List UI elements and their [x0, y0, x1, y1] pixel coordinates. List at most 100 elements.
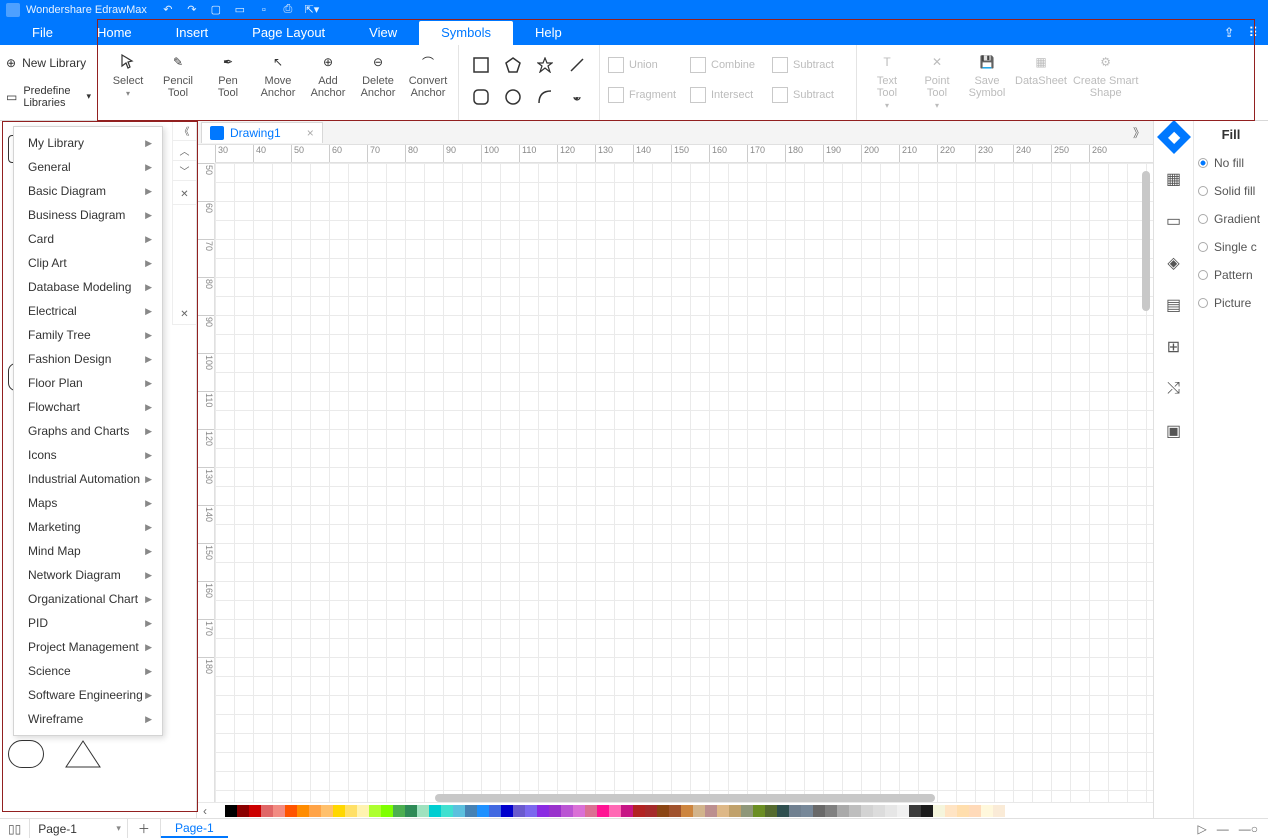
- tab-file[interactable]: File: [10, 21, 75, 45]
- color-swatch[interactable]: [705, 805, 717, 817]
- color-swatch[interactable]: [513, 805, 525, 817]
- fill-single[interactable]: Single c: [1198, 240, 1264, 254]
- library-menu-item[interactable]: Business Diagram▶: [14, 203, 162, 227]
- color-swatch[interactable]: [609, 805, 621, 817]
- color-swatch[interactable]: [549, 805, 561, 817]
- canvas[interactable]: [215, 163, 1153, 802]
- move-anchor-tool[interactable]: ↖Move Anchor: [256, 51, 300, 99]
- new-icon[interactable]: ▢: [209, 3, 223, 17]
- color-swatch[interactable]: [657, 805, 669, 817]
- color-swatch[interactable]: [393, 805, 405, 817]
- layers-tool-icon[interactable]: ◈: [1162, 251, 1186, 275]
- play-icon[interactable]: ▷: [1198, 822, 1207, 836]
- color-swatch[interactable]: [849, 805, 861, 817]
- color-left-icon[interactable]: ‹: [203, 804, 207, 818]
- color-swatch[interactable]: [561, 805, 573, 817]
- fill-pattern[interactable]: Pattern: [1198, 268, 1264, 282]
- drawing-tab[interactable]: Drawing1 ×: [201, 122, 323, 143]
- library-menu-item[interactable]: Electrical▶: [14, 299, 162, 323]
- grid-tool-icon[interactable]: ▦: [1162, 167, 1186, 191]
- color-swatch[interactable]: [837, 805, 849, 817]
- tab-home[interactable]: Home: [75, 21, 154, 45]
- color-swatch[interactable]: [681, 805, 693, 817]
- library-menu-item[interactable]: Icons▶: [14, 443, 162, 467]
- shape-circle[interactable]: [499, 83, 527, 111]
- color-swatch[interactable]: [213, 805, 225, 817]
- new-library-button[interactable]: ⊕ New Library: [6, 54, 91, 72]
- vertical-scrollbar[interactable]: [1142, 171, 1150, 311]
- open-icon[interactable]: ▭: [233, 3, 247, 17]
- color-swatch[interactable]: [333, 805, 345, 817]
- library-menu-item[interactable]: Fashion Design▶: [14, 347, 162, 371]
- shape-rounded[interactable]: [467, 83, 495, 111]
- tab-insert[interactable]: Insert: [154, 21, 231, 45]
- tab-page-layout[interactable]: Page Layout: [230, 21, 347, 45]
- fill-picture[interactable]: Picture: [1198, 296, 1264, 310]
- color-swatch[interactable]: [501, 805, 513, 817]
- color-swatch[interactable]: [633, 805, 645, 817]
- zoom-out-icon[interactable]: —: [1217, 822, 1229, 836]
- color-swatch[interactable]: [933, 805, 945, 817]
- color-swatch[interactable]: [405, 805, 417, 817]
- shape-pentagon[interactable]: [499, 51, 527, 79]
- add-anchor-tool[interactable]: ⊕Add Anchor: [306, 51, 350, 99]
- color-swatch[interactable]: [753, 805, 765, 817]
- shape-arc[interactable]: [531, 83, 559, 111]
- library-menu-item[interactable]: Wireframe▶: [14, 707, 162, 731]
- image-tool-icon[interactable]: ▭: [1162, 209, 1186, 233]
- library-menu-item[interactable]: Software Engineering▶: [14, 683, 162, 707]
- color-swatch[interactable]: [297, 805, 309, 817]
- select-tool[interactable]: Select▾: [106, 51, 150, 98]
- color-swatch[interactable]: [249, 805, 261, 817]
- pen-tool[interactable]: ✒Pen Tool: [206, 51, 250, 99]
- delete-anchor-tool[interactable]: ⊖Delete Anchor: [356, 51, 400, 99]
- color-swatch[interactable]: [945, 805, 957, 817]
- redo-icon[interactable]: ↷: [185, 3, 199, 17]
- shuffle-tool-icon[interactable]: ⤭: [1162, 377, 1186, 401]
- collapse-icon[interactable]: 《: [173, 121, 196, 141]
- color-swatch[interactable]: [861, 805, 873, 817]
- zoom-slider[interactable]: —○: [1239, 822, 1258, 836]
- color-swatch[interactable]: [453, 805, 465, 817]
- pages-icon[interactable]: ▯▯: [0, 822, 29, 836]
- color-swatch[interactable]: [237, 805, 249, 817]
- color-swatch[interactable]: [417, 805, 429, 817]
- close-tab-icon[interactable]: ×: [307, 126, 314, 140]
- color-swatch[interactable]: [477, 805, 489, 817]
- down-icon[interactable]: ﹀: [173, 161, 196, 181]
- color-swatch[interactable]: [225, 805, 237, 817]
- color-swatch[interactable]: [537, 805, 549, 817]
- color-swatch[interactable]: [909, 805, 921, 817]
- settings-icon[interactable]: ⠿: [1248, 25, 1258, 41]
- library-menu-item[interactable]: Graphs and Charts▶: [14, 419, 162, 443]
- tab-help[interactable]: Help: [513, 21, 584, 45]
- color-swatch[interactable]: [777, 805, 789, 817]
- color-swatch[interactable]: [381, 805, 393, 817]
- horizontal-scrollbar[interactable]: [435, 794, 935, 802]
- color-swatch[interactable]: [741, 805, 753, 817]
- color-swatch[interactable]: [273, 805, 285, 817]
- color-swatch[interactable]: [321, 805, 333, 817]
- fill-gradient[interactable]: Gradient: [1198, 212, 1264, 226]
- library-menu-item[interactable]: My Library▶: [14, 131, 162, 155]
- chart-tool-icon[interactable]: ⊞: [1162, 335, 1186, 359]
- shape-line[interactable]: [563, 51, 591, 79]
- library-menu-item[interactable]: Industrial Automation▶: [14, 467, 162, 491]
- color-swatch[interactable]: [669, 805, 681, 817]
- predefine-libraries-button[interactable]: ▭ Predefine Libraries▾: [6, 83, 91, 111]
- library-menu-item[interactable]: Family Tree▶: [14, 323, 162, 347]
- save-icon[interactable]: ▫: [257, 3, 271, 17]
- color-swatch[interactable]: [717, 805, 729, 817]
- color-swatch[interactable]: [789, 805, 801, 817]
- library-menu-item[interactable]: Floor Plan▶: [14, 371, 162, 395]
- color-swatch[interactable]: [873, 805, 885, 817]
- library-menu-item[interactable]: Organizational Chart▶: [14, 587, 162, 611]
- color-swatch[interactable]: [897, 805, 909, 817]
- add-page-button[interactable]: ＋: [128, 819, 161, 838]
- color-swatch[interactable]: [729, 805, 741, 817]
- present-tool-icon[interactable]: ▣: [1162, 419, 1186, 443]
- color-swatch[interactable]: [969, 805, 981, 817]
- color-swatch[interactable]: [585, 805, 597, 817]
- color-swatch[interactable]: [993, 805, 1005, 817]
- undo-icon[interactable]: ↶: [161, 3, 175, 17]
